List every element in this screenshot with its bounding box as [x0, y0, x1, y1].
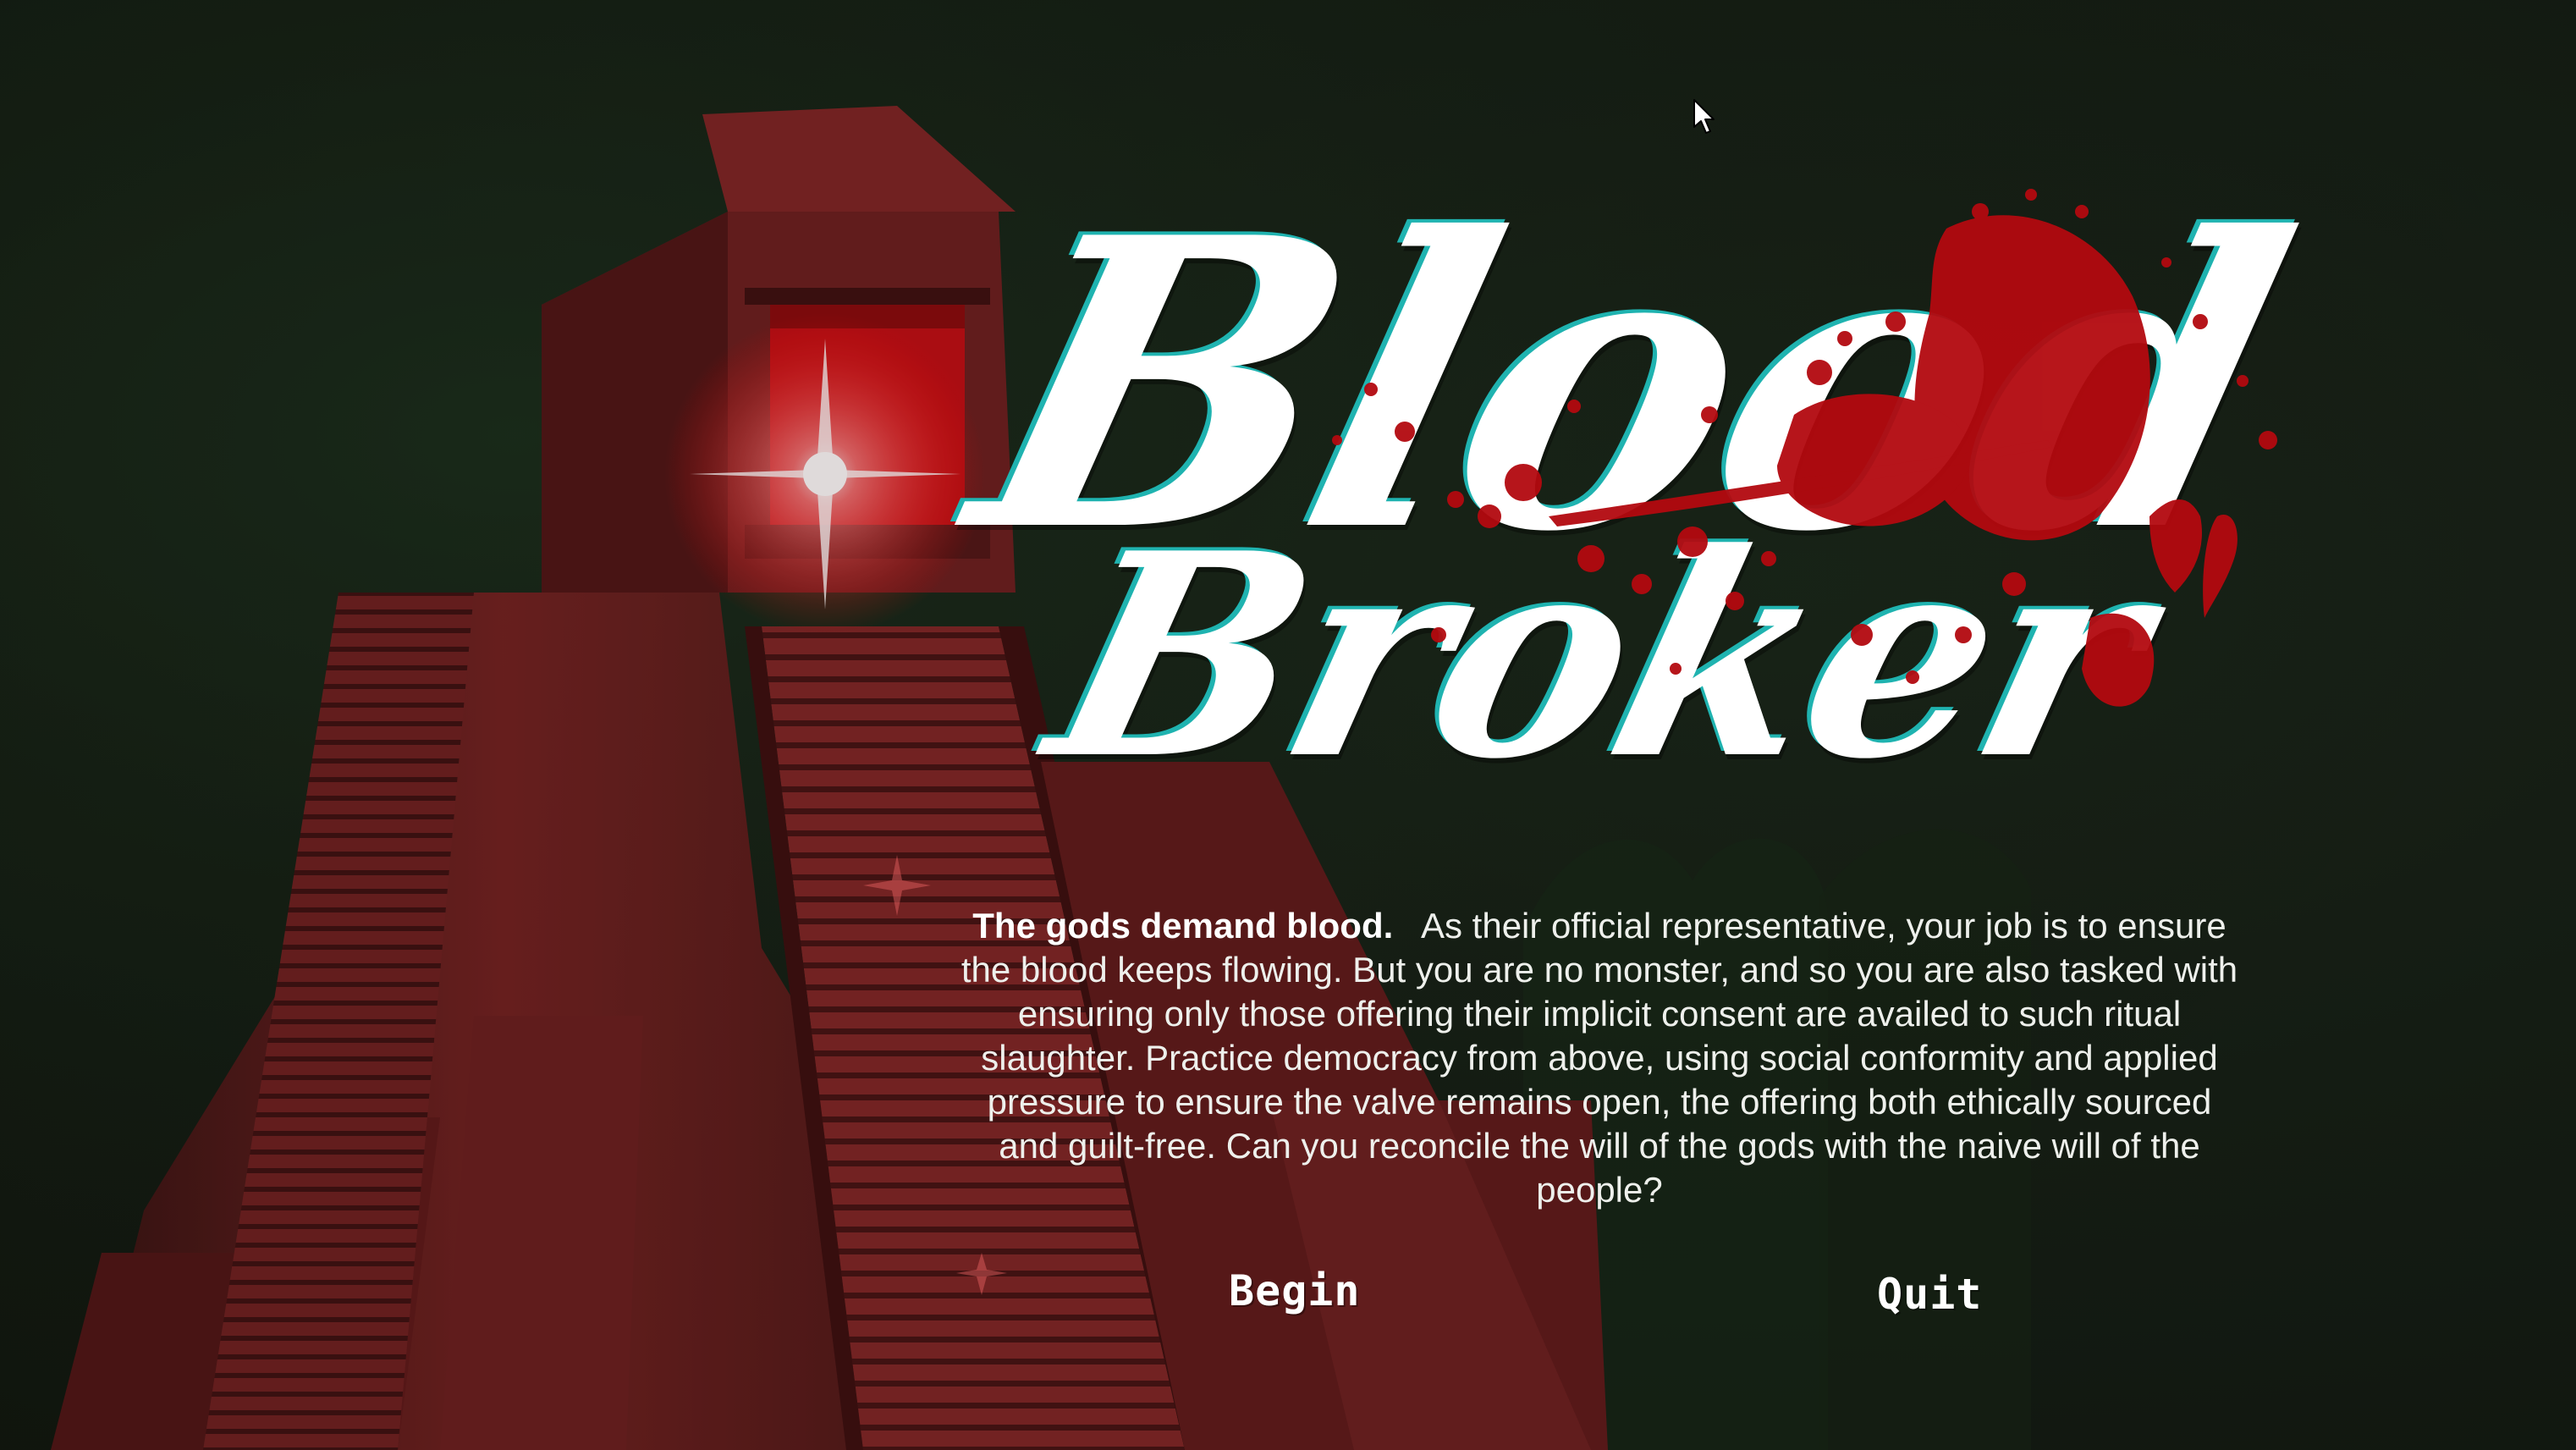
quit-button[interactable]: Quit [1877, 1270, 1982, 1319]
title-screen: Blood Broker The gods demand blood. As t… [0, 0, 2576, 1450]
game-logo: Blood Broker [846, 152, 2370, 889]
logo-line-broker: Broker [1025, 492, 2175, 820]
mouse-pointer-icon [1693, 99, 1715, 134]
game-description: The gods demand blood. As their official… [956, 904, 2243, 1212]
description-lead: The gods demand blood. [972, 906, 1394, 946]
description-body: As their official representative, your j… [960, 906, 2238, 1210]
begin-button[interactable]: Begin [1229, 1266, 1361, 1315]
